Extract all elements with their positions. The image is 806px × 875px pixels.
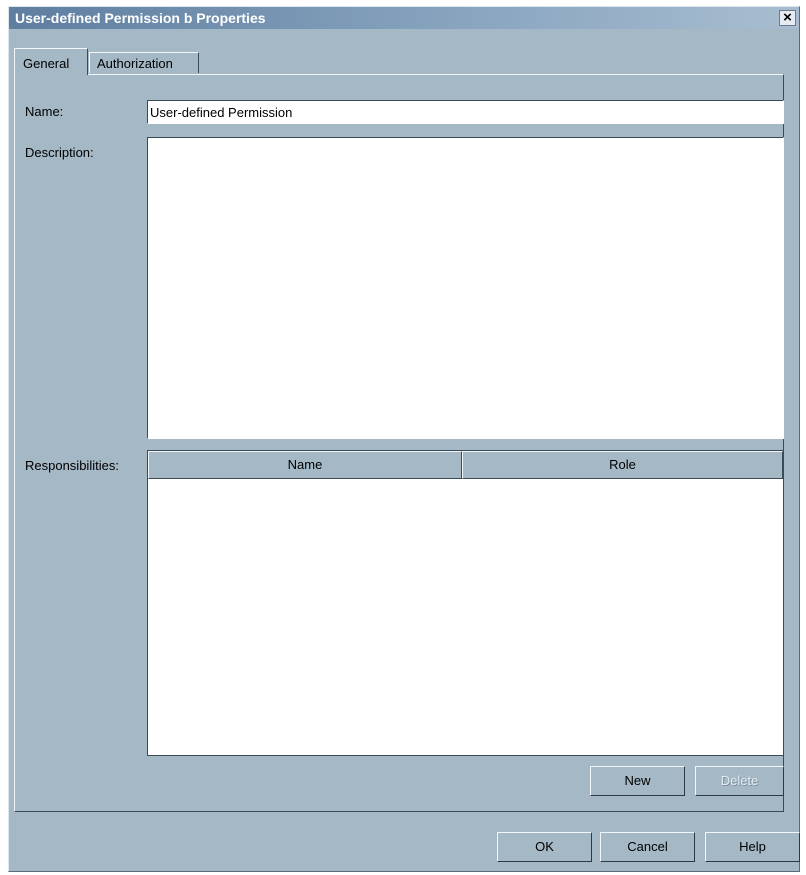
delete-button[interactable]: Delete (695, 766, 784, 796)
tab-authorization-label: Authorization (97, 56, 173, 71)
tab-authorization[interactable]: Authorization (89, 52, 199, 73)
tab-general[interactable]: General (14, 48, 88, 75)
name-label: Name: (25, 104, 64, 119)
description-field[interactable] (147, 137, 784, 439)
close-icon: × (783, 9, 792, 26)
ok-button[interactable]: OK (497, 832, 592, 862)
close-button[interactable]: × (779, 10, 796, 26)
name-field[interactable]: User-defined Permission (147, 100, 784, 124)
new-button[interactable]: New (590, 766, 685, 796)
help-button[interactable]: Help (705, 832, 800, 862)
responsibilities-label: Responsibilities: (25, 458, 119, 473)
tab-general-label: General (23, 56, 70, 71)
name-field-value: User-defined Permission (150, 105, 293, 120)
column-header-name[interactable]: Name (148, 451, 462, 479)
responsibilities-table[interactable]: Name Role (147, 450, 784, 756)
description-label: Description: (25, 145, 94, 160)
cancel-button[interactable]: Cancel (600, 832, 695, 862)
window-title: User-defined Permission b Properties (15, 10, 266, 26)
title-bar[interactable]: User-defined Permission b Properties × (9, 7, 799, 29)
column-header-role[interactable]: Role (462, 451, 783, 479)
